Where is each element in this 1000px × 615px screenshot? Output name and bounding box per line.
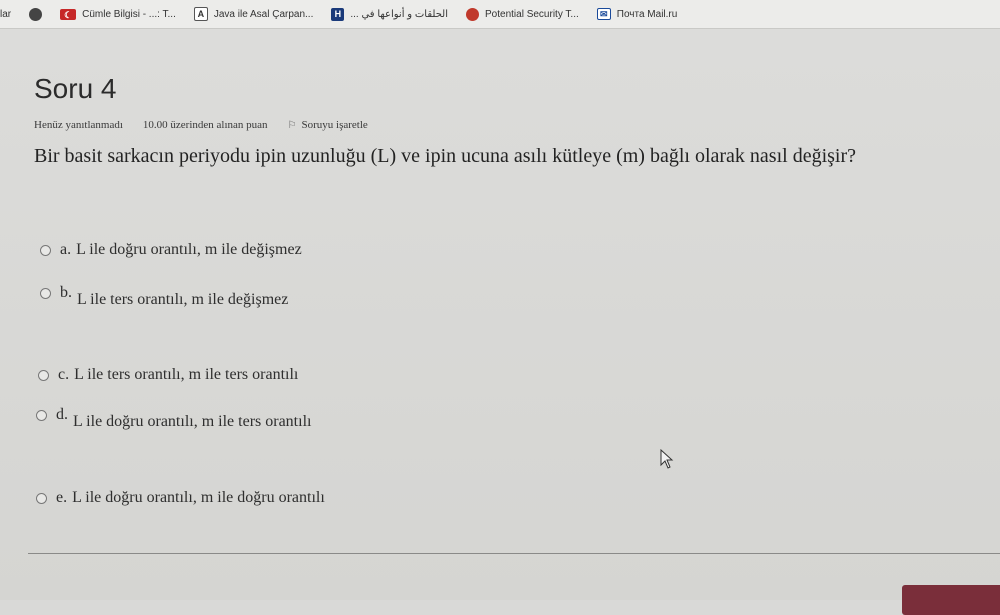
globe-icon (29, 7, 43, 21)
answer-option-a[interactable]: a. L ile doğru orantılı, m ile değişmez (40, 241, 302, 259)
answer-letter: b. (60, 284, 72, 301)
bookmark-label: الحلقات و أنواعها في ... (350, 8, 448, 20)
answer-text: L ile doğru orantılı, m ile değişmez (76, 241, 302, 258)
answer-option-c[interactable]: c. L ile ters orantılı, m ile ters orant… (38, 366, 298, 384)
bookmark-mail-ru[interactable]: ✉ Почта Mail.ru (596, 8, 678, 20)
divider (28, 553, 1000, 554)
answer-text: L ile ters orantılı, m ile değişmez (77, 291, 289, 308)
question-text: Bir basit sarkacın periyodu ipin uzunluğ… (34, 145, 857, 167)
next-page-button[interactable] (902, 585, 1000, 615)
radio-button[interactable] (40, 245, 51, 256)
radio-button[interactable] (40, 288, 51, 299)
turkey-flag-icon: ☾ (60, 8, 77, 20)
document-icon: A (193, 7, 208, 21)
answer-letter: c. (58, 366, 70, 383)
red-circle-icon (466, 7, 479, 21)
mail-icon: ✉ (596, 8, 611, 20)
h-icon: H (331, 7, 345, 21)
mouse-cursor-icon (660, 449, 674, 469)
flag-icon: ⚐ (287, 119, 297, 131)
flag-question-link[interactable]: ⚐ Soruyu işaretle (288, 119, 368, 131)
question-title: Soru 4 (34, 73, 117, 104)
bookmark-label: Почта Mail.ru (616, 8, 678, 20)
question-points: 10.00 üzerinden alınan puan (142, 119, 268, 131)
answer-text: L ile ters orantılı, m ile ters orantılı (74, 366, 299, 383)
bookmark-potential-security[interactable]: Potential Security T... (466, 7, 579, 21)
bookmark-label: Cümle Bilgisi - ...: T... (82, 8, 176, 20)
answer-option-d[interactable]: d. L ile doğru orantılı, m ile ters oran… (36, 406, 311, 430)
answer-text: L ile doğru orantılı, m ile doğru orantı… (72, 489, 325, 506)
bookmark-cumle-bilgisi[interactable]: ☾ Cümle Bilgisi - ...: T... (60, 8, 176, 20)
answer-option-e[interactable]: e. L ile doğru orantılı, m ile doğru ora… (36, 489, 325, 507)
question-info: Henüz yanıtlanmadı 10.00 üzerinden alına… (34, 119, 368, 131)
answer-letter: d. (56, 406, 68, 423)
bookmark-globe[interactable] (29, 7, 43, 21)
answer-letter: a. (60, 241, 72, 258)
answer-text: L ile doğru orantılı, m ile ters orantıl… (73, 413, 312, 430)
bookmark-label: Java ile Asal Çarpan... (213, 8, 314, 20)
answer-letter: e. (56, 489, 68, 506)
bookmark-label: lar (0, 8, 12, 20)
quiz-page: Soru 4 Henüz yanıtlanmadı 10.00 üzerinde… (0, 29, 1000, 615)
answer-option-b[interactable]: b. L ile ters orantılı, m ile değişmez (40, 284, 288, 308)
radio-button[interactable] (36, 493, 47, 504)
radio-button[interactable] (38, 370, 49, 381)
bookmark-java[interactable]: A Java ile Asal Çarpan... (193, 7, 314, 21)
radio-button[interactable] (36, 410, 47, 421)
flag-question-label: Soruyu işaretle (301, 119, 368, 131)
bookmark-label: Potential Security T... (485, 8, 579, 20)
bookmark-lar[interactable]: lar (0, 9, 11, 20)
bookmarks-bar: lar ☾ Cümle Bilgisi - ...: T... A Java i… (0, 0, 1000, 29)
question-status: Henüz yanıtlanmadı (34, 119, 123, 131)
bookmark-arabic[interactable]: H الحلقات و أنواعها في ... (331, 7, 448, 21)
